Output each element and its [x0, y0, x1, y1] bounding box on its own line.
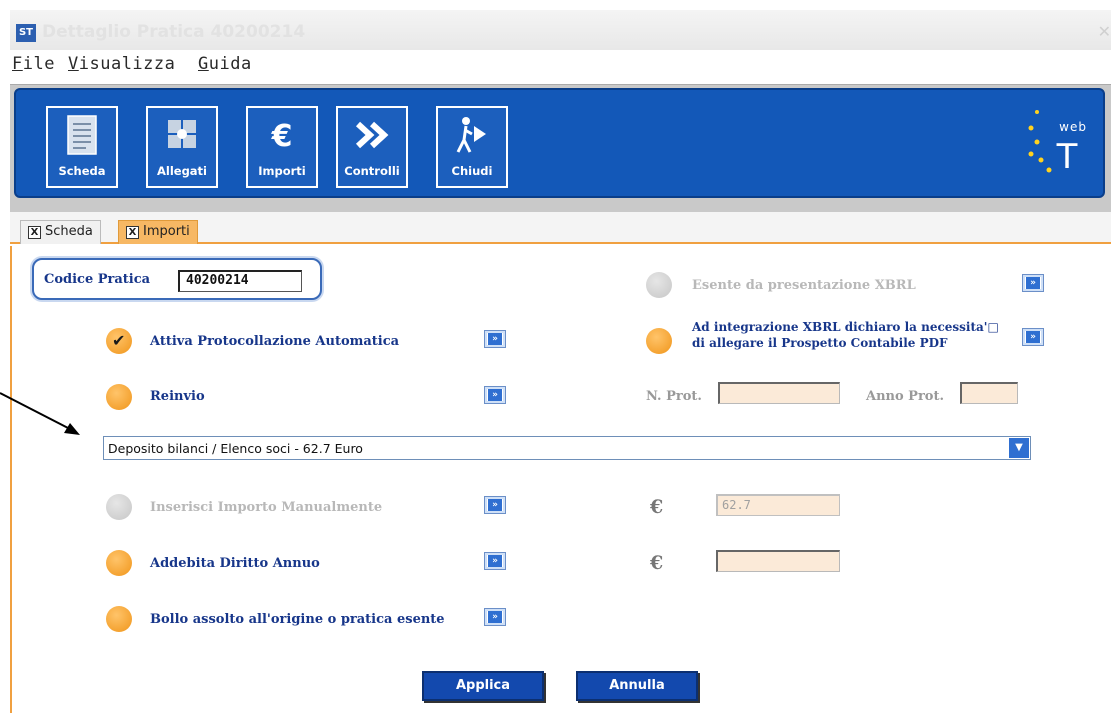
chiudi-button[interactable]: Chiudi	[436, 106, 508, 188]
diritto-annuo-field[interactable]	[716, 550, 840, 572]
apply-button[interactable]: Applica	[422, 671, 544, 701]
esente-xbrl-radio[interactable]	[646, 272, 672, 298]
cancel-button[interactable]: Annulla	[576, 671, 698, 701]
reinvio-info-button[interactable]: »	[484, 386, 506, 404]
tab-importi-label: Importi	[143, 224, 190, 239]
esente-xbrl-info-button[interactable]: »	[1022, 274, 1044, 292]
euro-icon: €	[271, 119, 293, 154]
codice-pratica-field[interactable]: 40200214	[178, 270, 302, 292]
document-icon	[67, 115, 97, 155]
menubar: File Visualizza Guida	[10, 50, 1111, 82]
svg-text:€: €	[271, 119, 293, 154]
reinvio-label: Reinvio	[150, 389, 205, 404]
double-chevron-icon	[355, 121, 389, 149]
bollo-assolto-label: Bollo assolto all'origine o pratica esen…	[150, 612, 445, 627]
allegati-button-label: Allegati	[156, 164, 207, 178]
anno-prot-label: Anno Prot.	[866, 389, 945, 404]
menu-file-label: ile	[22, 54, 55, 74]
chevron-down-icon[interactable]: ▼	[1009, 438, 1029, 458]
info-chevron-icon: »	[488, 333, 502, 345]
esente-xbrl-label: Esente da presentazione XBRL	[692, 278, 916, 293]
allegati-button[interactable]: Allegati	[146, 106, 218, 188]
info-chevron-icon: »	[488, 389, 502, 401]
addebita-diritto-label: Addebita Diritto Annuo	[150, 556, 320, 571]
scheda-button[interactable]: Scheda	[46, 106, 118, 188]
logo-dots-icon: T	[1028, 110, 1078, 177]
info-chevron-icon: »	[488, 499, 502, 511]
n-prot-field[interactable]	[718, 382, 840, 404]
attiva-protocollazione-label: Attiva Protocollazione Automatica	[150, 334, 400, 349]
bollo-assolto-radio[interactable]	[106, 606, 132, 632]
euro-icon: €	[650, 496, 664, 518]
inserisci-importo-label: Inserisci Importo Manualmente	[150, 500, 383, 515]
tariffa-select[interactable]: Deposito bilanci / Elenco soci - 62.7 Eu…	[103, 436, 1031, 460]
n-prot-label: N. Prot.	[646, 389, 702, 404]
menu-guida[interactable]: Guida	[198, 54, 252, 74]
window-titlebar: ST Dettaglio Pratica 40200214 ✕	[10, 10, 1111, 50]
reinvio-radio[interactable]	[106, 384, 132, 410]
importo-field[interactable]: 62.7	[716, 494, 840, 516]
info-chevron-icon: »	[1026, 331, 1040, 343]
addebita-diritto-radio[interactable]	[106, 550, 132, 576]
integrazione-xbrl-info-button[interactable]: »	[1022, 328, 1044, 346]
euro-icon: €	[650, 552, 664, 574]
anno-prot-field[interactable]	[960, 382, 1018, 404]
annotation-arrow-icon	[0, 392, 80, 435]
importi-button[interactable]: € Importi	[246, 106, 318, 188]
tab-strip: X Scheda X Importi	[10, 212, 1111, 244]
tab-importi[interactable]: X Importi	[118, 220, 198, 244]
info-chevron-icon: »	[1026, 277, 1040, 289]
inserisci-importo-radio[interactable]	[106, 494, 132, 520]
tab-scheda-label: Scheda	[45, 224, 93, 239]
bollo-assolto-info-button[interactable]: »	[484, 608, 506, 626]
menu-file[interactable]: File	[12, 54, 55, 74]
inserisci-importo-info-button[interactable]: »	[484, 496, 506, 514]
importi-button-label: Importi	[258, 164, 306, 178]
integrazione-xbrl-radio[interactable]	[646, 328, 672, 354]
integrazione-xbrl-label-2: di allegare il Prospetto Contabile PDF	[692, 336, 948, 350]
tab-close-icon[interactable]: X	[126, 226, 139, 239]
tab-scheda[interactable]: X Scheda	[20, 220, 101, 244]
codice-pratica-label: Codice Pratica	[44, 272, 151, 287]
codice-pratica-group: Codice Pratica 40200214	[32, 258, 322, 300]
menu-visualizza[interactable]: Visualizza	[68, 54, 175, 74]
integrazione-xbrl-label-1: Ad integrazione XBRL dichiaro la necessi…	[692, 320, 999, 334]
app-icon: ST	[16, 24, 36, 42]
controlli-button-label: Controlli	[344, 164, 400, 178]
webt-logo: T web	[1023, 102, 1091, 182]
checkmark-icon: ✔	[112, 331, 126, 350]
attiva-protocollazione-radio[interactable]: ✔	[106, 328, 132, 354]
logo-letter: T	[1056, 137, 1078, 177]
importi-panel: Codice Pratica 40200214 Esente da presen…	[10, 246, 1111, 713]
logo-text: web	[1059, 120, 1087, 134]
close-window-icon[interactable]: ✕	[1098, 22, 1111, 41]
exit-person-icon	[456, 117, 486, 153]
puzzle-icon	[168, 120, 196, 148]
chiudi-button-label: Chiudi	[451, 164, 493, 178]
info-chevron-icon: »	[488, 611, 502, 623]
info-chevron-icon: »	[488, 555, 502, 567]
scheda-button-label: Scheda	[58, 164, 106, 178]
tab-close-icon[interactable]: X	[28, 226, 41, 239]
controlli-button[interactable]: Controlli	[336, 106, 408, 188]
attiva-protocollazione-info-button[interactable]: »	[484, 330, 506, 348]
toolbar: Scheda Allegati € Importi Controlli Chiu…	[14, 88, 1105, 198]
window-title: Dettaglio Pratica 40200214	[42, 22, 306, 42]
addebita-diritto-info-button[interactable]: »	[484, 552, 506, 570]
tariffa-select-value: Deposito bilanci / Elenco soci - 62.7 Eu…	[108, 441, 363, 456]
